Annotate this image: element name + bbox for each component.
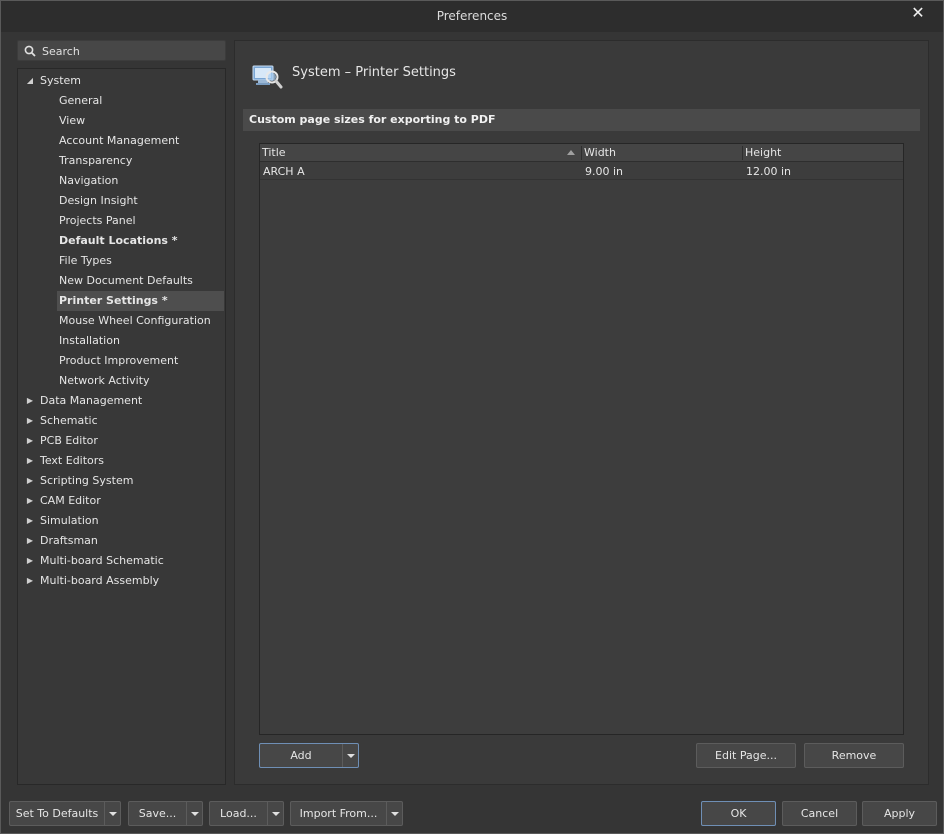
cell-title: ARCH A [263,165,305,178]
add-dropdown-arrow-icon[interactable] [342,744,358,767]
tree-item-system[interactable]: ◢ System [27,71,81,91]
tree-item-installation[interactable]: Installation [59,331,120,351]
collapsed-arrow-icon[interactable]: ▶ [25,451,35,471]
cancel-button[interactable]: Cancel [782,801,857,826]
table-row[interactable]: ARCH A 9.00 in 12.00 in [260,163,903,180]
save-dropdown-icon[interactable] [186,802,202,825]
preferences-tree: ◢ System General View Account Management… [17,68,226,785]
tree-item-draftsman[interactable]: ▶ Draftsman [27,531,98,551]
window-title: Preferences [436,9,508,23]
tree-item-design-insight[interactable]: Design Insight [59,191,138,211]
tree-item-default-locations[interactable]: Default Locations * [59,231,178,251]
collapsed-arrow-icon[interactable]: ▶ [25,471,35,491]
cell-width: 9.00 in [585,165,624,178]
tree-item-mouse-wheel-configuration[interactable]: Mouse Wheel Configuration [59,311,211,331]
import-from-button[interactable]: Import From... [290,801,403,826]
close-icon[interactable]: ✕ [909,5,927,23]
tree-item-general[interactable]: General [59,91,102,111]
tree-item-view[interactable]: View [59,111,85,131]
set-to-defaults-button[interactable]: Set To Defaults [9,801,121,826]
page-sizes-table: Title Width Height ARCH A 9.00 in 12.00 … [259,143,904,735]
tree-item-transparency[interactable]: Transparency [59,151,132,171]
tree-item-product-improvement[interactable]: Product Improvement [59,351,178,371]
set-to-defaults-dropdown-icon[interactable] [104,802,120,825]
load-dropdown-icon[interactable] [267,802,283,825]
import-from-dropdown-icon[interactable] [386,802,402,825]
tree-item-account-management[interactable]: Account Management [59,131,179,151]
load-button[interactable]: Load... [209,801,284,826]
page-title: System – Printer Settings [292,65,456,80]
tree-item-network-activity[interactable]: Network Activity [59,371,150,391]
table-header: Title Width Height [260,144,903,162]
column-header-height[interactable]: Height [743,144,903,162]
tree-item-projects-panel[interactable]: Projects Panel [59,211,136,231]
remove-button[interactable]: Remove [804,743,904,768]
collapsed-arrow-icon[interactable]: ▶ [25,431,35,451]
section-header: Custom page sizes for exporting to PDF [243,109,920,131]
column-header-title[interactable]: Title [260,144,580,162]
column-header-width[interactable]: Width [582,144,742,162]
search-icon [24,45,36,57]
collapsed-arrow-icon[interactable]: ▶ [25,511,35,531]
tree-item-multi-board-assembly[interactable]: ▶ Multi-board Assembly [27,571,159,591]
collapsed-arrow-icon[interactable]: ▶ [25,531,35,551]
tree-item-scripting-system[interactable]: ▶ Scripting System [27,471,134,491]
tree-item-printer-settings[interactable]: Printer Settings * [57,291,224,311]
add-button[interactable]: Add [259,743,359,768]
apply-button[interactable]: Apply [862,801,937,826]
tree-item-file-types[interactable]: File Types [59,251,112,271]
expanded-arrow-icon[interactable]: ◢ [25,71,35,91]
tree-item-text-editors[interactable]: ▶ Text Editors [27,451,104,471]
cell-height: 12.00 in [746,165,792,178]
collapsed-arrow-icon[interactable]: ▶ [25,551,35,571]
preferences-dialog: Preferences ✕ ◢ System General View Acco… [0,0,944,834]
tree-item-new-document-defaults[interactable]: New Document Defaults [59,271,193,291]
settings-page: System – Printer Settings Custom page si… [234,40,929,785]
collapsed-arrow-icon[interactable]: ▶ [25,571,35,591]
search-input[interactable] [42,42,222,60]
title-bar: Preferences [1,1,943,32]
sort-ascending-icon [567,150,575,155]
tree-item-cam-editor[interactable]: ▶ CAM Editor [27,491,101,511]
edit-page-button[interactable]: Edit Page... [696,743,796,768]
tree-item-pcb-editor[interactable]: ▶ PCB Editor [27,431,98,451]
collapsed-arrow-icon[interactable]: ▶ [25,491,35,511]
tree-item-multi-board-schematic[interactable]: ▶ Multi-board Schematic [27,551,164,571]
tree-item-data-management[interactable]: ▶ Data Management [27,391,142,411]
tree-item-simulation[interactable]: ▶ Simulation [27,511,99,531]
ok-button[interactable]: OK [701,801,776,826]
tree-item-navigation[interactable]: Navigation [59,171,118,191]
tree-item-schematic[interactable]: ▶ Schematic [27,411,98,431]
save-button[interactable]: Save... [128,801,203,826]
search-box[interactable] [17,40,226,61]
collapsed-arrow-icon[interactable]: ▶ [25,411,35,431]
collapsed-arrow-icon[interactable]: ▶ [25,391,35,411]
printer-settings-icon [252,65,283,89]
